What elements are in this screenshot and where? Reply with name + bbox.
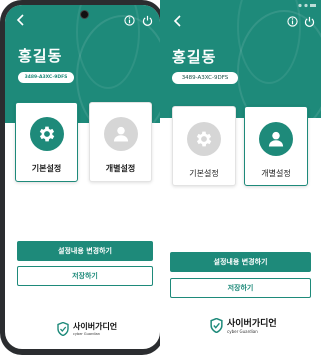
phone-screen: 홍길동 3489-A3XC-9DFS 기본설정 개별설정 설정내용 변경하기 저… (5, 5, 160, 349)
basic-settings-label: 기본설정 (31, 164, 62, 173)
brand-logo: 사이버가디언 cyber Guardian (57, 321, 117, 336)
brand-subtitle: cyber Guardian (73, 332, 100, 336)
card-custom-settings[interactable]: 개별설정 (244, 106, 308, 186)
info-icon (286, 15, 298, 27)
brand-name: 사이버가디언 (73, 322, 118, 331)
card-basic-settings[interactable]: 기본설정 (15, 102, 78, 182)
back-button[interactable] (13, 13, 27, 27)
user-name: 홍길동 (172, 48, 217, 66)
save-button[interactable]: 저장하기 (170, 278, 311, 298)
person-icon (268, 131, 284, 147)
status-bar-icons (298, 3, 316, 8)
serial-badge: 3489-A3XC-9DFS (172, 72, 238, 84)
power-icon (142, 15, 152, 26)
basic-settings-icon-circle (187, 122, 221, 156)
serial-badge: 3489-A3XC-9DFS (18, 72, 74, 83)
custom-settings-icon-circle (259, 122, 293, 156)
info-button[interactable] (286, 15, 298, 27)
brand-logo: 사이버가디언 cyber Guardian (210, 316, 277, 334)
brand-subtitle: cyber Guardian (227, 329, 258, 334)
change-settings-button[interactable]: 설정내용 변경하기 (17, 241, 153, 261)
user-name: 홍길동 (18, 47, 63, 65)
chevron-left-icon (16, 14, 24, 26)
basic-settings-icon-circle (29, 117, 64, 151)
phone-mockup: 홍길동 3489-A3XC-9DFS 기본설정 개별설정 설정내용 변경하기 저… (0, 0, 166, 355)
gear-icon (39, 126, 54, 142)
info-icon (123, 14, 135, 26)
custom-settings-icon-circle (103, 117, 138, 151)
power-icon (304, 16, 314, 27)
info-button[interactable] (123, 14, 135, 26)
header: 홍길동 3489-A3XC-9DFS (160, 0, 321, 118)
card-custom-settings[interactable]: 개별설정 (89, 102, 152, 182)
shield-icon (57, 321, 69, 336)
brand-name: 사이버가디언 (227, 319, 277, 329)
custom-settings-label: 개별설정 (105, 164, 136, 173)
chevron-left-icon (173, 15, 181, 27)
custom-settings-label: 개별설정 (261, 169, 291, 178)
person-icon (113, 126, 128, 142)
shield-icon (210, 317, 223, 333)
power-button[interactable] (303, 15, 315, 27)
gear-icon (196, 131, 212, 147)
front-camera (79, 10, 89, 19)
flat-screen: 홍길동 3489-A3XC-9DFS 기본설정 개별설정 설정내용 변경하기 저… (160, 0, 321, 355)
change-settings-button[interactable]: 설정내용 변경하기 (170, 252, 311, 272)
card-basic-settings[interactable]: 기본설정 (172, 106, 236, 186)
back-button[interactable] (170, 14, 184, 28)
basic-settings-label: 기본설정 (189, 169, 219, 178)
save-button[interactable]: 저장하기 (17, 266, 153, 286)
power-button[interactable] (141, 14, 153, 26)
